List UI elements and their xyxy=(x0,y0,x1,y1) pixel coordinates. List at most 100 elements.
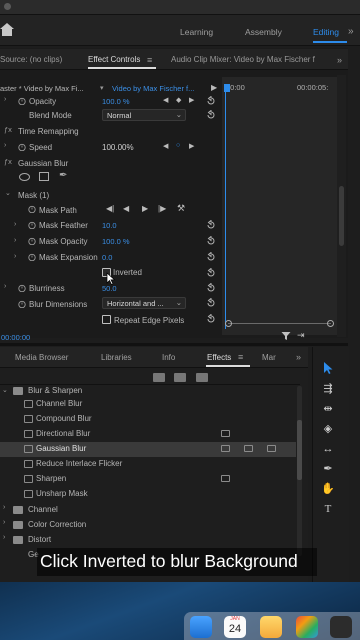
clip-dropdown-icon[interactable]: ▾ xyxy=(100,84,104,92)
filter-icon[interactable] xyxy=(281,331,291,341)
effect-channel-blur[interactable]: Channel Blur xyxy=(36,399,82,408)
effect-reduce-interlace-flicker[interactable]: Reduce Interlace Flicker xyxy=(36,459,122,468)
prev-keyframe-icon[interactable]: ◀ xyxy=(163,142,168,150)
workspace-learning[interactable]: Learning xyxy=(180,27,213,37)
current-timecode[interactable]: 00:00:00 xyxy=(1,333,30,342)
track-select-tool-icon[interactable]: ⇶ xyxy=(320,381,336,397)
stopwatch-icon[interactable] xyxy=(18,97,26,105)
playhead-line[interactable] xyxy=(225,86,226,329)
selection-tool-icon[interactable] xyxy=(322,361,334,375)
blur-dimensions-dropdown[interactable]: Horizontal and ... ⌄ xyxy=(102,297,186,309)
folder-expand-icon[interactable]: › xyxy=(3,519,5,526)
tab-effect-controls[interactable]: Effect Controls xyxy=(88,55,140,64)
stopwatch-icon[interactable] xyxy=(18,284,26,292)
mask-feather-value[interactable]: 10.0 xyxy=(102,221,117,230)
effect-unsharp-mask[interactable]: Unsharp Mask xyxy=(36,489,88,498)
repeat-edge-checkbox[interactable] xyxy=(102,315,111,324)
prev-keyframe-icon[interactable]: ◀ xyxy=(163,96,168,104)
reset-icon[interactable] xyxy=(206,268,216,278)
app-icon[interactable] xyxy=(330,616,352,638)
yuv-effects-icon[interactable] xyxy=(196,373,208,382)
repeat-edge-label[interactable]: Repeat Edge Pixels xyxy=(114,316,184,325)
mask-opacity-value[interactable]: 100.0 % xyxy=(102,237,130,246)
home-icon[interactable] xyxy=(0,21,14,37)
stopwatch-icon[interactable] xyxy=(18,300,26,308)
next-keyframe-icon[interactable]: ▶ xyxy=(189,142,194,150)
tab-info[interactable]: Info xyxy=(162,353,175,362)
tab-libraries[interactable]: Libraries xyxy=(101,353,132,362)
tab-effects[interactable]: Effects xyxy=(207,353,231,362)
workspace-overflow-icon[interactable]: » xyxy=(348,26,354,37)
launchpad-icon[interactable] xyxy=(296,616,318,638)
opacity-expand-icon[interactable]: › xyxy=(4,96,6,103)
folder-color-correction[interactable]: Color Correction xyxy=(28,520,86,529)
effect-compound-blur[interactable]: Compound Blur xyxy=(36,414,92,423)
add-keyframe-icon[interactable]: ◆ xyxy=(176,96,181,104)
mask-expansion-expand-icon[interactable]: › xyxy=(14,253,16,260)
window-dot[interactable] xyxy=(4,3,11,10)
stopwatch-icon[interactable] xyxy=(28,237,36,245)
track-backward-icon[interactable]: ◀| xyxy=(106,204,114,213)
opacity-value[interactable]: 100.0 % xyxy=(102,97,130,106)
panel-menu-icon[interactable]: ≡ xyxy=(147,55,152,65)
stopwatch-icon[interactable] xyxy=(28,221,36,229)
tab-source[interactable]: Source: (no clips) xyxy=(0,55,62,64)
zoom-handle-left[interactable] xyxy=(225,320,232,327)
blend-mode-dropdown[interactable]: Normal ⌄ xyxy=(102,109,186,121)
rectangle-mask-icon[interactable] xyxy=(39,172,49,181)
pen-tool-icon[interactable]: ✒ xyxy=(320,461,336,477)
sequence-clip-label[interactable]: Video by Max Fischer f... xyxy=(112,84,194,93)
reset-icon[interactable] xyxy=(206,220,216,230)
zoom-handle-right[interactable] xyxy=(327,320,334,327)
effect-directional-blur[interactable]: Directional Blur xyxy=(36,429,90,438)
workspace-assembly[interactable]: Assembly xyxy=(245,27,282,37)
ellipse-mask-icon[interactable] xyxy=(19,173,30,181)
hand-tool-icon[interactable]: ✋ xyxy=(320,481,336,497)
play-only-icon[interactable]: ▶ xyxy=(211,83,217,92)
speed-value[interactable]: 100.00% xyxy=(102,143,134,152)
reset-icon[interactable] xyxy=(206,110,216,120)
add-keyframe-icon[interactable]: ○ xyxy=(176,142,180,149)
stopwatch-icon[interactable] xyxy=(18,143,26,151)
blurriness-value[interactable]: 50.0 xyxy=(102,284,117,293)
reset-icon[interactable] xyxy=(206,298,216,308)
type-tool-icon[interactable]: T xyxy=(320,501,336,517)
ripple-edit-tool-icon[interactable]: ⇹ xyxy=(320,401,336,417)
effects-tabs-overflow-icon[interactable]: » xyxy=(296,352,301,362)
finder-icon[interactable] xyxy=(190,616,212,638)
folder-blur-sharpen[interactable]: Blur & Sharpen xyxy=(28,386,82,395)
accelerated-effects-icon[interactable] xyxy=(153,373,165,382)
razor-tool-icon[interactable]: ◈ xyxy=(320,421,336,437)
workspace-editing[interactable]: Editing xyxy=(313,27,339,37)
track-forward-icon[interactable]: |▶ xyxy=(158,204,166,213)
stopwatch-icon[interactable] xyxy=(28,253,36,261)
tab-media-browser[interactable]: Media Browser xyxy=(15,353,68,362)
inverted-label[interactable]: Inverted xyxy=(113,268,142,277)
speed-expand-icon[interactable]: › xyxy=(4,142,6,149)
effects-scrollbar-thumb[interactable] xyxy=(297,420,302,480)
tab-markers[interactable]: Mar xyxy=(262,353,276,362)
folder-expand-icon[interactable]: ⌄ xyxy=(2,386,8,394)
folder-expand-icon[interactable]: › xyxy=(3,504,5,511)
folder-expand-icon[interactable]: › xyxy=(3,534,5,541)
effect-sharpen[interactable]: Sharpen xyxy=(36,474,66,483)
zoom-bar[interactable] xyxy=(228,323,331,324)
track-forward-frame-icon[interactable]: ▶ xyxy=(142,204,148,213)
reset-icon[interactable] xyxy=(206,283,216,293)
pen-mask-icon[interactable]: ✒ xyxy=(59,170,67,181)
scrollbar-thumb[interactable] xyxy=(339,186,344,246)
wrench-icon[interactable]: ⚒ xyxy=(177,203,185,214)
effect-gaussian-blur[interactable]: Gaussian Blur xyxy=(36,444,86,453)
reset-icon[interactable] xyxy=(206,252,216,262)
track-back-frame-icon[interactable]: ◀ xyxy=(123,204,129,213)
mask-expansion-value[interactable]: 0.0 xyxy=(102,253,112,262)
32bit-effects-icon[interactable] xyxy=(174,373,186,382)
next-keyframe-icon[interactable]: ▶ xyxy=(189,96,194,104)
tabs-overflow-icon[interactable]: » xyxy=(337,55,342,65)
slip-tool-icon[interactable]: ↔ xyxy=(320,441,336,457)
mask-expand-icon[interactable]: ⌄ xyxy=(5,189,11,197)
tab-audio-clip-mixer[interactable]: Audio Clip Mixer: Video by Max Fischer f xyxy=(171,55,315,64)
mask-opacity-expand-icon[interactable]: › xyxy=(14,237,16,244)
folder-channel[interactable]: Channel xyxy=(28,505,58,514)
stopwatch-icon[interactable] xyxy=(28,205,36,213)
